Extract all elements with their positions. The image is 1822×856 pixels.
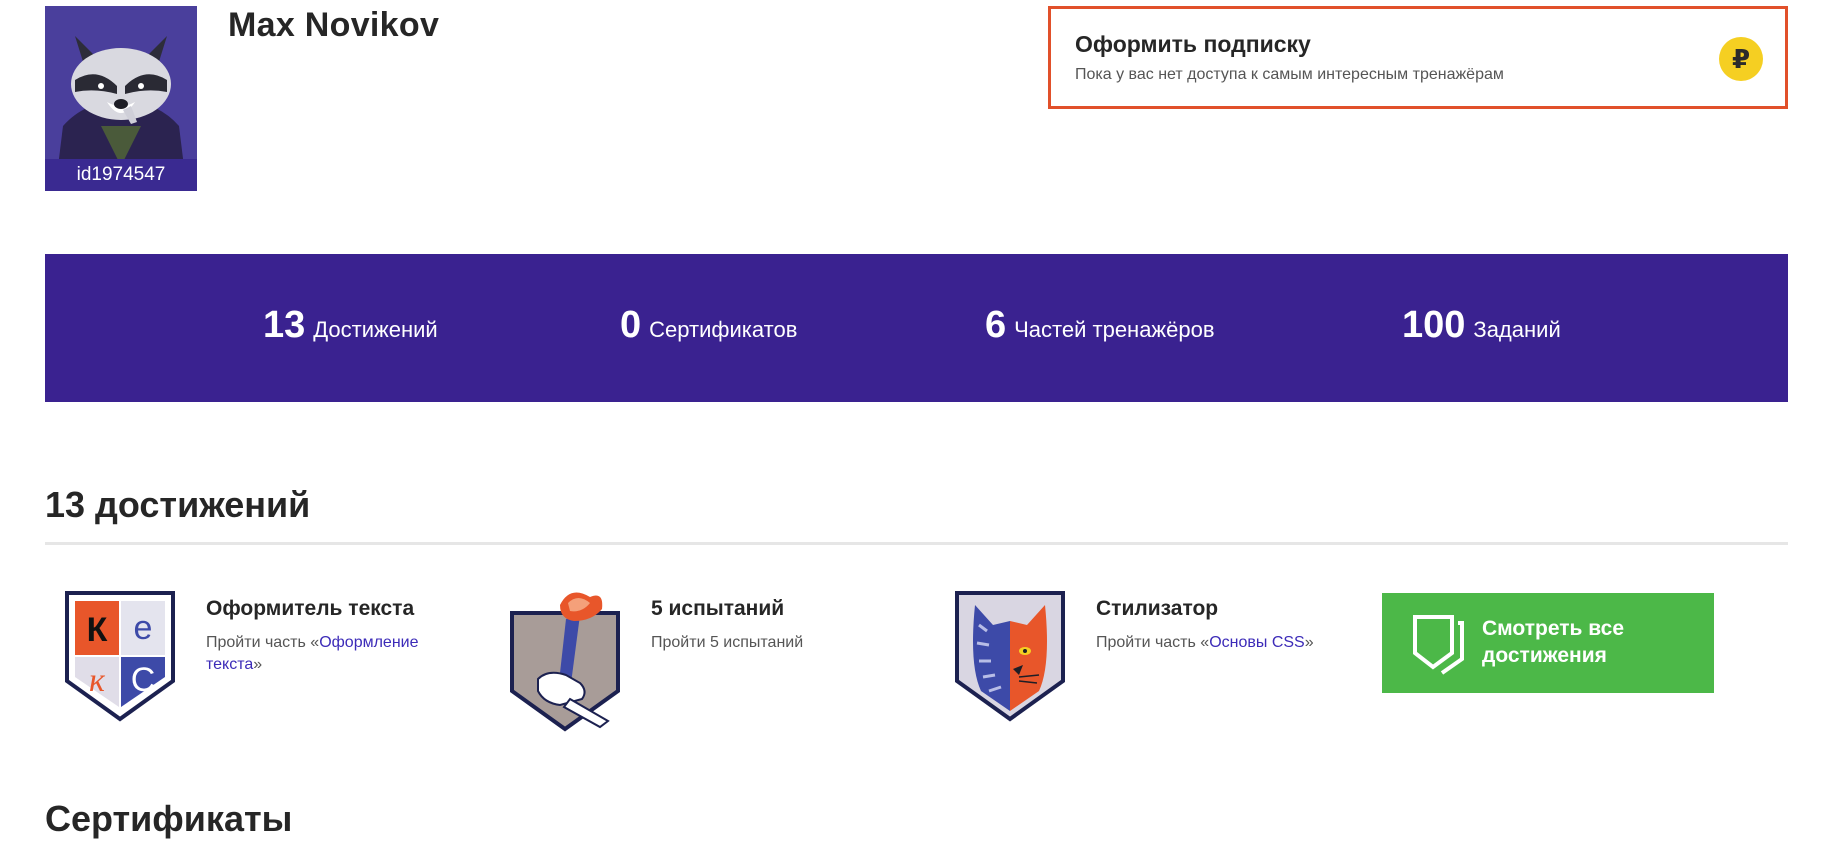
stat-value: 100: [1402, 304, 1466, 346]
stat-label: Достижений: [313, 317, 438, 342]
certificates-heading: Сертификаты: [45, 798, 293, 839]
achievement-desc: Пройти 5 испытаний: [651, 632, 911, 654]
cat-badge-icon: [955, 591, 1065, 722]
achievement-item[interactable]: К е к С Оформитель текста Пройти часть «…: [63, 585, 483, 735]
stat-value: 13: [263, 304, 306, 346]
achievement-desc: Пройти часть «Оформление текста»: [206, 632, 466, 676]
stat-label: Частей тренажёров: [1014, 317, 1215, 342]
stat-value: 0: [620, 304, 642, 346]
stats-bar: 13 Достижений 0 Сертификатов 6 Частей трена…: [45, 254, 1788, 402]
stat-label: Сертификатов: [649, 317, 798, 342]
stat-certificates: 0 Сертификатов: [620, 304, 797, 347]
stat-achievements: 13 Достижений: [263, 304, 438, 347]
achievement-item[interactable]: Стилизатор Пройти часть «Основы CSS»: [953, 585, 1373, 735]
subscription-title[interactable]: Оформить подписку: [1075, 31, 1761, 58]
stat-label: Заданий: [1473, 317, 1561, 342]
stat-trainer-parts: 6 Частей тренажёров: [985, 304, 1215, 347]
torch-hand-badge-icon: [510, 592, 620, 732]
achievement-desc-suffix: »: [1304, 634, 1314, 651]
achievements-heading: 13 достижений: [45, 484, 311, 525]
achievement-title: Оформитель текста: [206, 597, 415, 620]
user-name: Max Novikov: [228, 6, 440, 44]
view-all-achievements-button[interactable]: Смотреть все достижения: [1382, 593, 1714, 693]
achievement-title: Стилизатор: [1096, 597, 1219, 620]
section-divider: [45, 542, 1788, 545]
subscription-banner[interactable]: Оформить подписку Пока у вас нет доступа…: [1048, 6, 1788, 109]
stat-value: 6: [985, 304, 1007, 346]
ruble-coin-icon: ₽: [1719, 37, 1763, 81]
achievement-desc-prefix: Пройти 5 испытаний: [651, 634, 804, 651]
achievement-course-link[interactable]: Основы CSS: [1209, 634, 1305, 651]
user-avatar[interactable]: id1974547: [45, 6, 197, 191]
stat-tasks: 100 Заданий: [1402, 304, 1561, 347]
achievement-desc: Пройти часть «Основы CSS»: [1096, 632, 1356, 654]
achievement-desc-prefix: Пройти часть «: [1096, 634, 1210, 651]
achievement-item[interactable]: 5 испытаний Пройти 5 испытаний: [508, 585, 928, 735]
achievement-desc-suffix: »: [253, 656, 263, 673]
badge-letter-k: К: [87, 611, 108, 649]
badge-letter-s: С: [131, 661, 156, 699]
subscription-text: Пока у вас нет доступа к самым интересны…: [1075, 66, 1504, 83]
achievement-desc-prefix: Пройти часть «: [206, 634, 320, 651]
keks-letters-badge-icon: К е к С: [65, 591, 175, 722]
view-all-label: Смотреть все достижения: [1482, 617, 1625, 667]
user-id-label: id1974547: [45, 159, 197, 191]
badge-outline-icon: [1413, 615, 1464, 675]
badge-letter-k2: к: [89, 662, 106, 699]
achievement-title: 5 испытаний: [651, 597, 785, 620]
badge-letter-e: е: [134, 609, 153, 647]
